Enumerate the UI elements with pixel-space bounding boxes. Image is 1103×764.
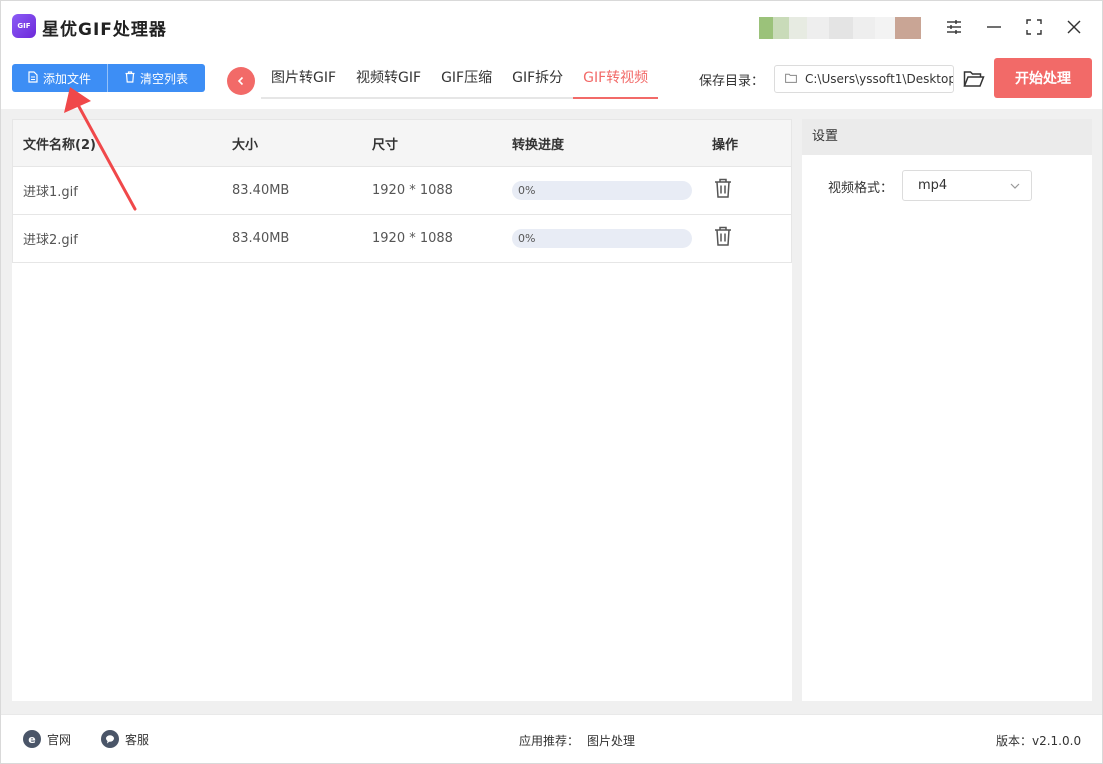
file-name: 进球1.gif	[23, 185, 78, 200]
folder-icon	[785, 72, 797, 86]
support-link[interactable]: 客服	[101, 730, 149, 748]
tab-image-to-gif[interactable]: 图片转GIF	[261, 63, 346, 97]
website-label: 官网	[47, 732, 72, 747]
actions-cell	[712, 167, 734, 214]
video-format-label: 视频格式：	[828, 181, 894, 196]
blurred-user-avatar[interactable]	[759, 13, 921, 43]
document-icon	[28, 70, 38, 86]
clear-list-button[interactable]: 清空列表	[108, 64, 205, 92]
recommend-link[interactable]: 图片处理	[587, 734, 635, 748]
progress-bar: 0%	[512, 181, 692, 200]
save-dir-path: C:\Users\yssoft1\Desktop	[805, 72, 954, 86]
tab-gif-split[interactable]: GIF拆分	[502, 63, 573, 97]
folder-open-icon[interactable]	[961, 66, 987, 92]
progress-cell: 0%	[512, 167, 692, 214]
settings-title: 设置	[802, 119, 1092, 155]
file-name: 进球2.gif	[23, 233, 78, 248]
col-size: 大小	[232, 137, 259, 153]
trash-icon	[125, 70, 135, 86]
chat-bubble-icon	[101, 730, 119, 748]
tab-gif-to-video[interactable]: GIF转视频	[573, 63, 659, 99]
title-bar: GIF 星优GIF处理器	[1, 1, 1102, 53]
table-row[interactable]: 进球2.gif 83.40MB 1920 * 1088 0%	[12, 215, 792, 263]
actions-cell	[712, 215, 734, 262]
maximize-icon[interactable]	[1020, 13, 1048, 41]
add-files-button[interactable]: 添加文件	[12, 64, 108, 92]
save-dir-label: 保存目录：	[699, 74, 765, 89]
minimize-icon[interactable]	[980, 13, 1008, 41]
file-dimensions: 1920 * 1088	[372, 183, 453, 198]
table-header: 文件名称(2) 大小 尺寸 转换进度 操作	[12, 119, 792, 167]
delete-row-trash-icon[interactable]	[712, 177, 734, 199]
add-files-label: 添加文件	[42, 71, 91, 86]
file-size: 83.40MB	[232, 231, 290, 246]
clear-list-label: 清空列表	[139, 71, 188, 86]
file-button-group: 添加文件 清空列表	[12, 64, 205, 92]
app-recommend: 应用推荐： 图片处理	[519, 732, 635, 749]
start-processing-button[interactable]: 开始处理	[994, 58, 1092, 98]
chevron-down-icon	[1009, 180, 1021, 196]
support-label: 客服	[125, 732, 150, 747]
app-window: GIF 星优GIF处理器 添加文件 清空列表 图片转GIF 视频转GIF GIF…	[0, 0, 1103, 764]
settings-panel: 设置 视频格式： mp4	[802, 119, 1092, 701]
recommend-label: 应用推荐：	[519, 734, 580, 748]
col-actions: 操作	[712, 137, 739, 153]
progress-text: 0%	[518, 232, 536, 245]
tab-video-to-gif[interactable]: 视频转GIF	[346, 63, 431, 97]
progress-text: 0%	[518, 184, 536, 197]
settings-sliders-icon[interactable]	[940, 13, 968, 41]
delete-row-trash-icon[interactable]	[712, 225, 734, 247]
app-logo-icon: GIF	[12, 14, 36, 38]
table-row[interactable]: 进球1.gif 83.40MB 1920 * 1088 0%	[12, 167, 792, 215]
website-link[interactable]: e 官网	[23, 730, 71, 748]
ie-browser-icon: e	[23, 730, 41, 748]
file-list-panel: 文件名称(2) 大小 尺寸 转换进度 操作 进球1.gif 83.40MB 19…	[12, 119, 792, 701]
progress-bar: 0%	[512, 229, 692, 248]
app-title: 星优GIF处理器	[42, 20, 167, 40]
version-text: 版本：v2.1.0.0	[996, 734, 1082, 748]
save-dir-input[interactable]: C:\Users\yssoft1\Desktop	[774, 65, 954, 93]
close-icon[interactable]	[1060, 13, 1088, 41]
footer: e 官网 客服 应用推荐： 图片处理 版本：v2.1.0.0	[1, 714, 1102, 763]
file-dimensions: 1920 * 1088	[372, 231, 453, 246]
col-filename: 文件名称(2)	[23, 137, 96, 153]
chevron-left-icon[interactable]	[227, 67, 255, 95]
col-progress: 转换进度	[512, 137, 565, 153]
tab-gif-compress[interactable]: GIF压缩	[431, 63, 502, 97]
file-size: 83.40MB	[232, 183, 290, 198]
col-dimensions: 尺寸	[372, 137, 399, 153]
progress-cell: 0%	[512, 215, 692, 262]
video-format-value: mp4	[918, 178, 948, 193]
video-format-select[interactable]: mp4	[902, 170, 1032, 201]
function-tabs: 图片转GIF 视频转GIF GIF压缩 GIF拆分 GIF转视频	[261, 63, 659, 99]
